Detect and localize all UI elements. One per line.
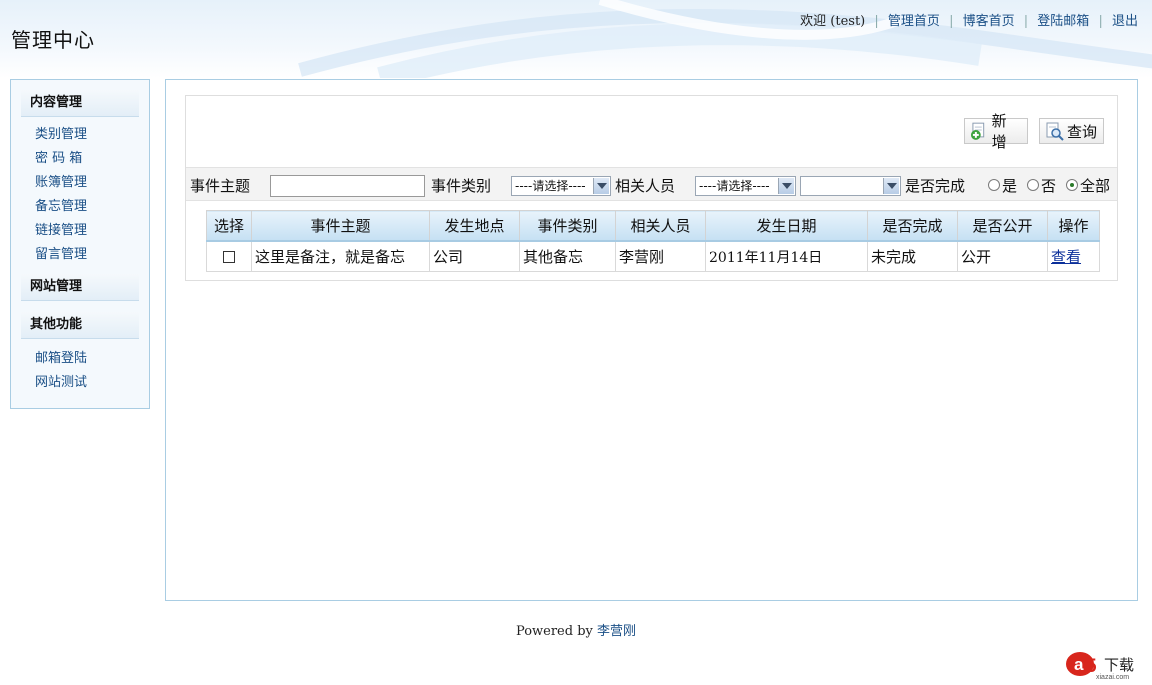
person-filter-select[interactable]: ----请选择---- xyxy=(695,176,796,196)
column-header: 事件类别 xyxy=(519,210,616,242)
column-header: 选择 xyxy=(206,210,252,242)
nav-separator: | xyxy=(874,14,879,29)
memo-table: 选择 事件主题 发生地点 事件类别 相关人员 发生日期 是否完成 是否公开 操作… xyxy=(206,210,1100,272)
nav-link-blog-home[interactable]: 博客首页 xyxy=(963,14,1015,29)
nav-link-mail-login[interactable]: 登陆邮箱 xyxy=(1037,14,1089,29)
sidebar-section-content-management[interactable]: 内容管理 xyxy=(21,90,139,117)
nav-separator: | xyxy=(949,14,954,29)
app-title: 管理中心 xyxy=(11,28,95,52)
nav-separator: | xyxy=(1023,14,1029,29)
row-checkbox[interactable] xyxy=(223,251,235,263)
svg-text:a: a xyxy=(1074,655,1084,674)
a5-watermark-logo: a 5 下载 xiazai.com xyxy=(1066,652,1134,681)
nav-link-logout[interactable]: 退出 xyxy=(1112,14,1138,29)
view-link[interactable]: 查看 xyxy=(1051,248,1081,266)
cell-subject: 这里是备注，就是备忘 xyxy=(251,240,430,272)
radio-all[interactable] xyxy=(1066,179,1078,191)
chevron-down-icon xyxy=(778,178,794,194)
sidebar: 内容管理 类别管理 密 码 箱 账簿管理 备忘管理 链接管理 留言管理 网站管理… xyxy=(10,79,150,409)
subject-filter-input[interactable] xyxy=(270,175,425,197)
powered-by-text: Powered by xyxy=(515,624,593,639)
table-header-row: 选择 事件主题 发生地点 事件类别 相关人员 发生日期 是否完成 是否公开 操作 xyxy=(206,210,1100,242)
page-header: 管理中心 欢迎 (test) | 管理首页 | 博客首页 | 登陆邮箱 | 退出 xyxy=(0,0,1152,78)
sidebar-section-site-management[interactable]: 网站管理 xyxy=(21,274,139,301)
extra-filter-select[interactable] xyxy=(800,176,901,196)
column-header: 事件主题 xyxy=(251,210,430,242)
subject-filter-label: 事件主题 xyxy=(190,177,251,195)
nav-separator: | xyxy=(1098,14,1103,29)
filter-bar: 事件主题 事件类别 ----请选择---- 相关人员 ----请选择---- 是… xyxy=(186,167,1117,201)
page-footer: Powered by 李营刚 xyxy=(0,620,1152,639)
column-header: 是否公开 xyxy=(957,210,1048,242)
cell-action: 查看 xyxy=(1047,240,1100,272)
cell-place: 公司 xyxy=(429,240,520,272)
top-nav: 欢迎 (test) | 管理首页 | 博客首页 | 登陆邮箱 | 退出 xyxy=(800,10,1138,29)
row-select-cell xyxy=(206,240,252,272)
column-header: 发生日期 xyxy=(705,210,868,242)
sidebar-item-memo[interactable]: 备忘管理 xyxy=(35,195,149,219)
query-button-label: 查询 xyxy=(1067,122,1098,141)
sidebar-section-other-functions[interactable]: 其他功能 xyxy=(21,312,139,339)
radio-all-label: 全部 xyxy=(1080,177,1111,195)
chevron-down-icon xyxy=(883,178,899,194)
welcome-text: 欢迎 (test) xyxy=(800,14,866,29)
column-header: 是否完成 xyxy=(867,210,958,242)
table-row: 这里是备注，就是备忘 公司 其他备忘 李营刚 2011年11月14日 未完成 公… xyxy=(206,240,1100,272)
category-filter-select[interactable]: ----请选择---- xyxy=(511,176,611,196)
main-content: 新增 查询 事件主题 事件类别 ----请选择---- 相关人员 ----请选择… xyxy=(165,79,1138,601)
radio-no[interactable] xyxy=(1027,179,1039,191)
sidebar-item-categories[interactable]: 类别管理 xyxy=(35,123,149,147)
sidebar-item-password-box[interactable]: 密 码 箱 xyxy=(35,147,149,171)
nav-link-admin-home[interactable]: 管理首页 xyxy=(888,14,940,29)
cell-person: 李营刚 xyxy=(615,240,706,272)
footer-author-link[interactable]: 李营刚 xyxy=(597,624,636,639)
person-filter-label: 相关人员 xyxy=(615,177,676,195)
cell-done: 未完成 xyxy=(867,240,958,272)
radio-no-label: 否 xyxy=(1041,177,1057,195)
person-filter-value: ----请选择---- xyxy=(699,179,770,193)
sidebar-item-links[interactable]: 链接管理 xyxy=(35,219,149,243)
add-button-label: 新增 xyxy=(991,112,1007,151)
column-header: 相关人员 xyxy=(615,210,706,242)
column-header: 发生地点 xyxy=(429,210,520,242)
radio-yes-label: 是 xyxy=(1002,177,1018,195)
sidebar-item-ledger[interactable]: 账簿管理 xyxy=(35,171,149,195)
query-button[interactable]: 查询 xyxy=(1039,118,1104,144)
sidebar-links-content: 类别管理 密 码 箱 账簿管理 备忘管理 链接管理 留言管理 xyxy=(35,123,149,267)
category-filter-label: 事件类别 xyxy=(431,177,492,195)
sidebar-links-other: 邮箱登陆 网站测试 xyxy=(35,347,149,395)
memo-panel: 新增 查询 事件主题 事件类别 ----请选择---- 相关人员 ----请选择… xyxy=(185,95,1118,281)
sidebar-item-mail-login[interactable]: 邮箱登陆 xyxy=(35,347,149,371)
watermark-site: xiazai.com xyxy=(1096,674,1129,681)
radio-yes[interactable] xyxy=(988,179,1000,191)
search-icon xyxy=(1046,122,1064,141)
column-header: 操作 xyxy=(1047,210,1100,242)
cell-public: 公开 xyxy=(957,240,1048,272)
sidebar-item-messages[interactable]: 留言管理 xyxy=(35,243,149,267)
category-filter-value: ----请选择---- xyxy=(515,179,586,193)
cell-date: 2011年11月14日 xyxy=(705,240,868,272)
add-icon xyxy=(970,122,985,140)
watermark-brand: 下载 xyxy=(1104,656,1134,674)
done-filter-label: 是否完成 xyxy=(905,177,966,195)
cell-category: 其他备忘 xyxy=(519,240,616,272)
chevron-down-icon xyxy=(593,178,609,194)
add-button[interactable]: 新增 xyxy=(964,112,1028,151)
sidebar-item-site-test[interactable]: 网站测试 xyxy=(35,371,149,395)
